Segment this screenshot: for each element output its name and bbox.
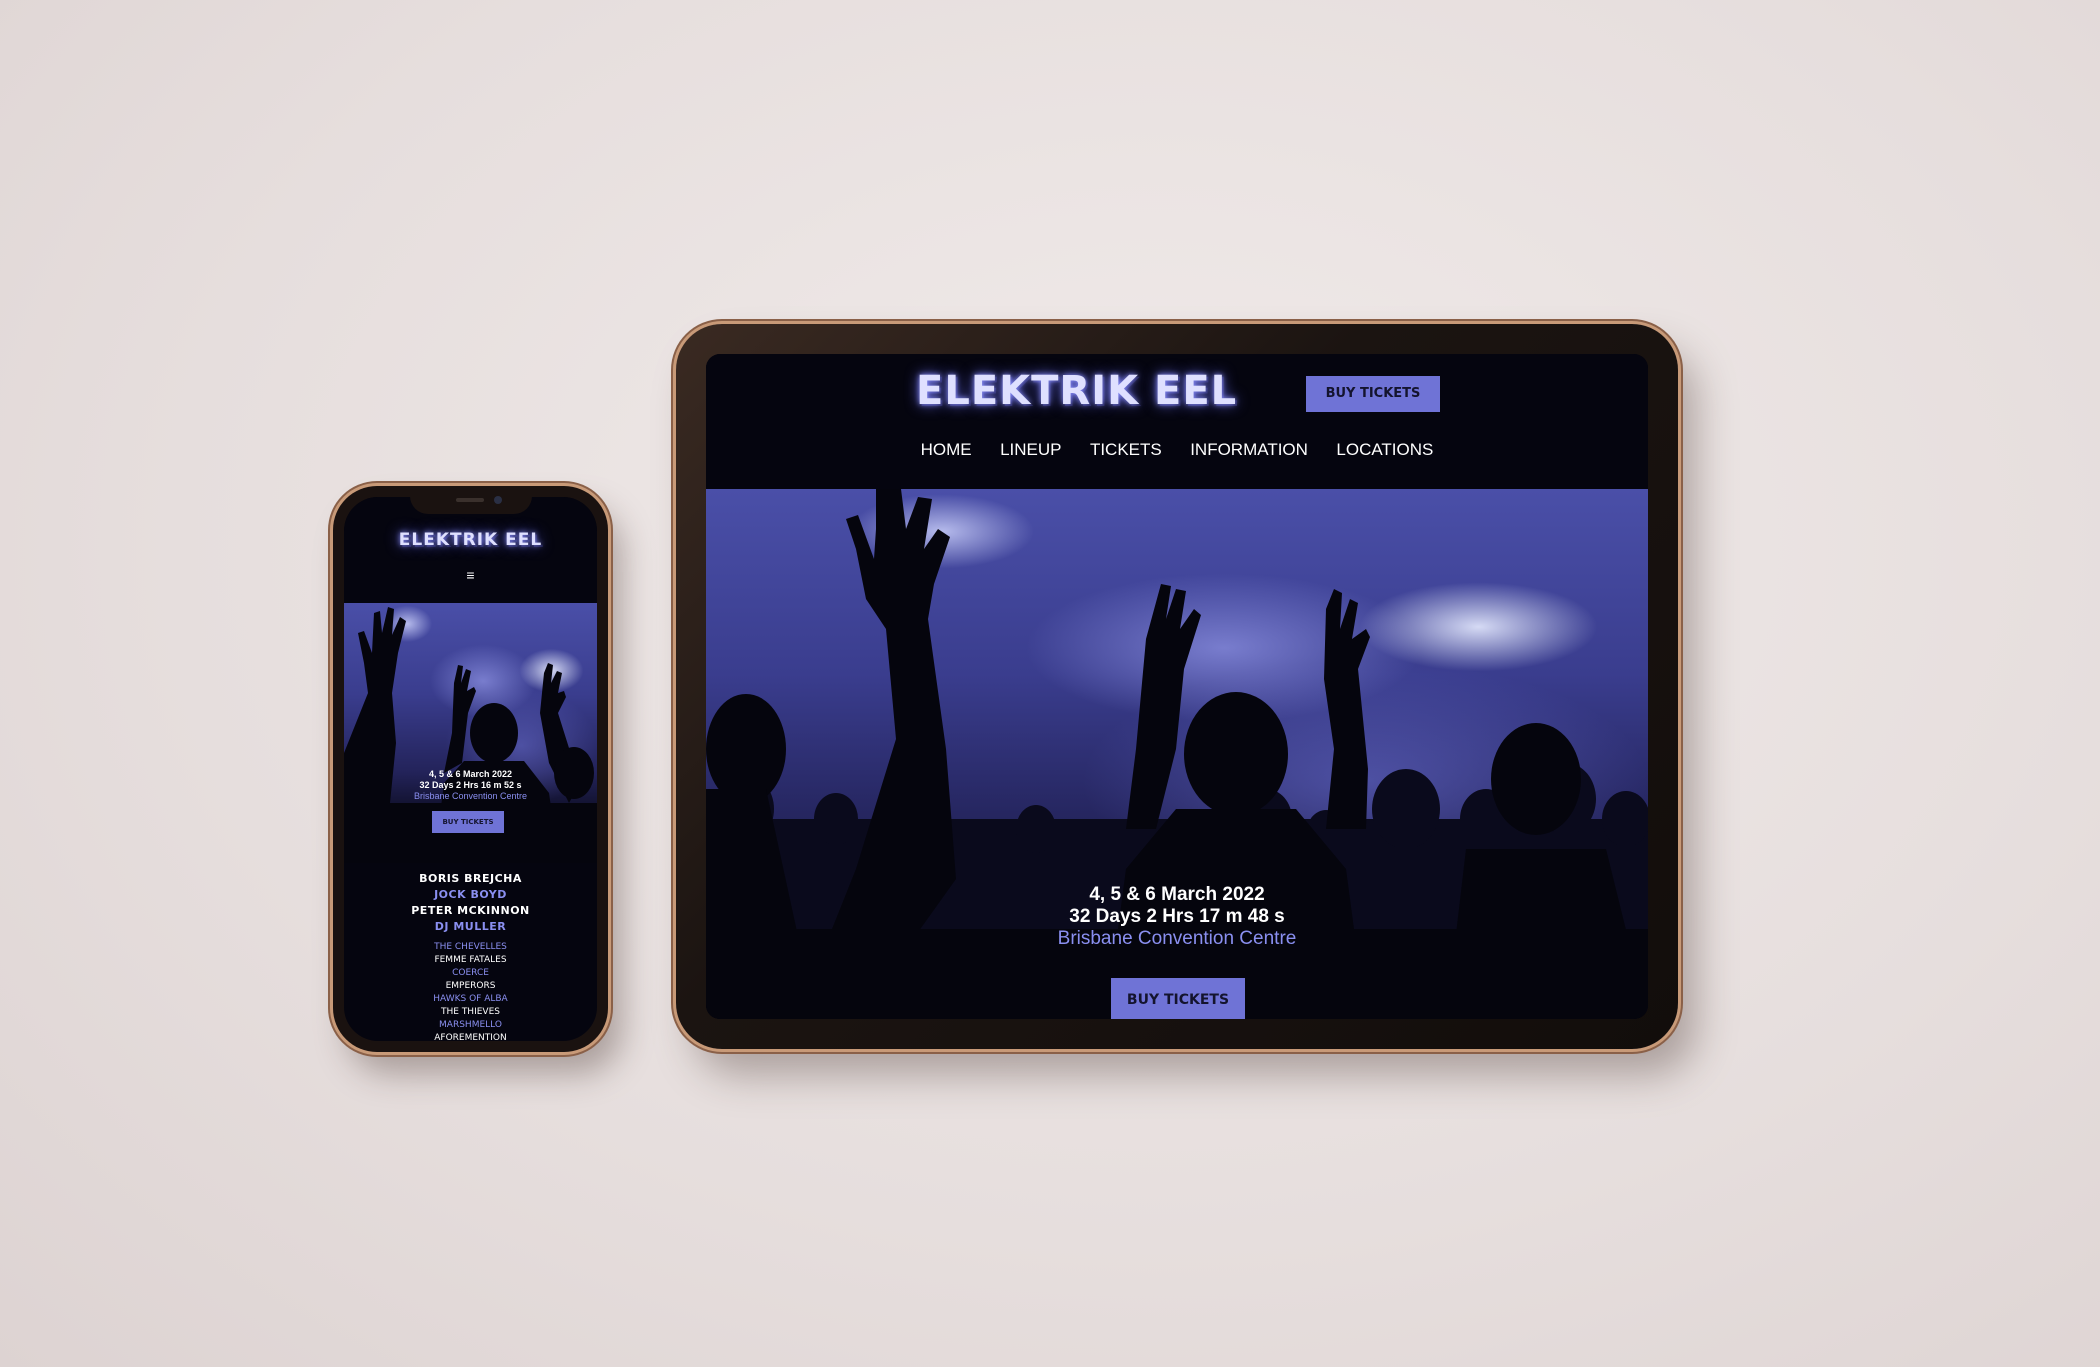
countdown-timer: 32 Days 2 Hrs 17 m 48 s [1069,906,1285,927]
lineup-act[interactable]: MARSHMELLO [344,1019,597,1032]
mobile-event-venue[interactable]: Brisbane Convention Centre [344,791,597,802]
hamburger-menu-icon[interactable]: ≡ [344,567,597,583]
mobile-event-date: 4, 5 & 6 March 2022 [428,769,513,779]
lineup-act[interactable]: THE CHEVELLES [344,941,597,954]
nav-tickets[interactable]: TICKETS [1090,440,1162,460]
lineup-headliner[interactable]: PETER MCKINNON [344,903,597,919]
tablet-screen: ELEKTRIK EEL BUY TICKETS HOME LINEUP TIC… [706,354,1648,1019]
lineup-act[interactable]: COERCE [344,967,597,980]
nav-information[interactable]: INFORMATION [1190,440,1308,460]
speaker-grille [455,498,484,502]
tablet-device: ELEKTRIK EEL BUY TICKETS HOME LINEUP TIC… [676,324,1678,1049]
main-nav: HOME LINEUP TICKETS INFORMATION LOCATION… [706,440,1648,460]
event-venue[interactable]: Brisbane Convention Centre [706,928,1648,950]
event-info-text: 4, 5 & 6 March 2022 32 Days 2 Hrs 17 m 4… [706,884,1648,950]
mobile-event-info: 4, 5 & 6 March 2022 32 Days 2 Hrs 16 m 5… [344,769,597,802]
buy-tickets-header-button[interactable]: BUY TICKETS [1306,376,1440,412]
event-date: 4, 5 & 6 March 2022 [1089,884,1265,905]
lineup-act[interactable]: HAWKS OF ALBA [344,993,597,1006]
lineup-headliner[interactable]: DJ MULLER [344,919,597,935]
camera-icon [493,496,502,504]
mobile-lineup: BORIS BREJCHA JOCK BOYD PETER MCKINNON D… [344,871,597,1041]
buy-tickets-hero-button[interactable]: BUY TICKETS [1111,978,1245,1019]
lineup-act[interactable]: EMPERORS [344,980,597,993]
mobile-countdown-timer: 32 Days 2 Hrs 16 m 52 s [419,780,522,790]
nav-lineup[interactable]: LINEUP [1000,440,1061,460]
nav-locations[interactable]: LOCATIONS [1336,440,1433,460]
phone-notch [409,486,532,514]
lineup-headliner[interactable]: BORIS BREJCHA [344,871,597,887]
lineup-act[interactable]: THE THIEVES [344,1006,597,1019]
mobile-buy-tickets-button[interactable]: BUY TICKETS [432,811,504,833]
nav-home[interactable]: HOME [921,440,972,460]
site-header: ELEKTRIK EEL BUY TICKETS HOME LINEUP TIC… [706,354,1648,489]
phone-screen: ELEKTRIK EEL ≡ 4, 5 & 6 March 2022 32 Da… [344,497,597,1041]
phone-device: ELEKTRIK EEL ≡ 4, 5 & 6 March 2022 32 Da… [333,486,608,1052]
lineup-act[interactable]: AFOREMENTION [344,1032,597,1041]
mobile-site-logo[interactable]: ELEKTRIK EEL [344,530,597,550]
lineup-headliner[interactable]: JOCK BOYD [344,887,597,903]
site-logo[interactable]: ELEKTRIK EEL [916,368,1237,414]
lineup-act[interactable]: FEMME FATALES [344,954,597,967]
